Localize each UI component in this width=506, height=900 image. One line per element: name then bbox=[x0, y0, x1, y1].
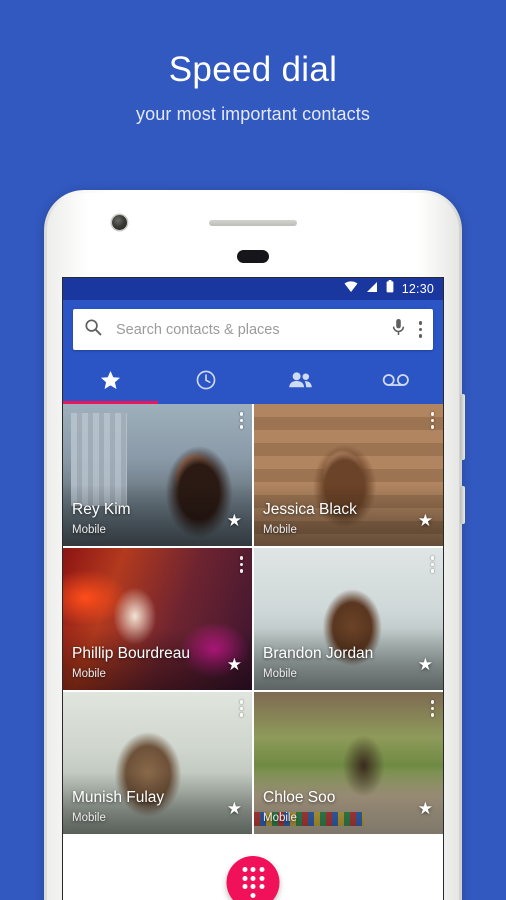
contact-overflow-menu-icon[interactable] bbox=[430, 700, 434, 717]
microphone-icon[interactable] bbox=[392, 318, 405, 342]
speed-dial-grid: Rey Kim Mobile ★ Jessica Black Mobile ★ … bbox=[63, 404, 443, 834]
contact-name: Rey Kim bbox=[72, 501, 131, 518]
contact-name: Brandon Jordan bbox=[263, 645, 374, 662]
contact-overflow-menu-icon[interactable] bbox=[239, 412, 243, 429]
contact-number-type: Mobile bbox=[72, 524, 106, 536]
page-subtitle: your most important contacts bbox=[136, 104, 370, 124]
favorite-star-icon[interactable]: ★ bbox=[227, 800, 242, 817]
battery-icon bbox=[386, 280, 394, 298]
contact-name: Phillip Bourdreau bbox=[72, 645, 191, 662]
dialpad-fab-button[interactable] bbox=[226, 856, 280, 900]
people-icon bbox=[288, 371, 313, 394]
contact-tile[interactable]: Munish Fulay Mobile ★ bbox=[63, 692, 252, 834]
contact-name: Munish Fulay bbox=[72, 789, 165, 806]
signal-icon bbox=[366, 280, 378, 298]
contact-tile[interactable]: Phillip Bourdreau Mobile ★ bbox=[63, 548, 252, 690]
phone-screen: 12:30 Search contacts & places Rey Kim M… bbox=[62, 277, 444, 900]
tab-speed-dial[interactable] bbox=[63, 360, 158, 404]
volume-button[interactable] bbox=[460, 394, 465, 460]
phone-device-frame: 12:30 Search contacts & places Rey Kim M… bbox=[44, 190, 465, 900]
promo-header: Speed dial your most important contacts bbox=[0, 0, 506, 125]
tab-voicemail[interactable] bbox=[348, 360, 443, 404]
power-button[interactable] bbox=[460, 486, 465, 524]
contact-number-type: Mobile bbox=[72, 812, 106, 824]
status-bar-time: 12:30 bbox=[401, 282, 434, 296]
contact-tile[interactable]: Brandon Jordan Mobile ★ bbox=[254, 548, 443, 690]
contact-tile[interactable]: Chloe Soo Mobile ★ bbox=[254, 692, 443, 834]
overflow-menu-icon[interactable] bbox=[418, 321, 422, 338]
contact-tile[interactable]: Rey Kim Mobile ★ bbox=[63, 404, 252, 546]
dialpad-icon bbox=[242, 867, 264, 898]
contact-number-type: Mobile bbox=[263, 524, 297, 536]
status-bar: 12:30 bbox=[63, 278, 443, 300]
contact-overflow-menu-icon[interactable] bbox=[430, 556, 434, 573]
search-input-placeholder[interactable]: Search contacts & places bbox=[116, 322, 392, 338]
contact-overflow-menu-icon[interactable] bbox=[239, 556, 243, 573]
tab-bar bbox=[63, 360, 443, 404]
contact-overflow-menu-icon[interactable] bbox=[430, 412, 434, 429]
app-bar: Search contacts & places bbox=[63, 300, 443, 360]
search-bar[interactable]: Search contacts & places bbox=[73, 309, 433, 350]
star-icon bbox=[99, 369, 122, 396]
voicemail-icon bbox=[382, 372, 410, 393]
wifi-icon bbox=[344, 280, 358, 298]
contact-number-type: Mobile bbox=[263, 812, 297, 824]
content-area-bottom bbox=[63, 834, 443, 900]
earpiece-speaker bbox=[209, 220, 297, 226]
contact-overflow-menu-icon[interactable] bbox=[239, 700, 243, 717]
favorite-star-icon[interactable]: ★ bbox=[418, 656, 433, 673]
search-icon bbox=[84, 318, 102, 341]
tab-recents[interactable] bbox=[158, 360, 253, 404]
favorite-star-icon[interactable]: ★ bbox=[418, 800, 433, 817]
contact-name: Chloe Soo bbox=[263, 789, 336, 806]
proximity-sensor bbox=[237, 250, 269, 263]
tab-contacts[interactable] bbox=[253, 360, 348, 404]
favorite-star-icon[interactable]: ★ bbox=[227, 656, 242, 673]
page-title: Speed dial bbox=[168, 50, 338, 89]
contact-name: Jessica Black bbox=[263, 501, 357, 518]
clock-icon bbox=[195, 369, 217, 396]
contact-number-type: Mobile bbox=[72, 668, 106, 680]
favorite-star-icon[interactable]: ★ bbox=[227, 512, 242, 529]
front-camera-icon bbox=[112, 215, 127, 230]
contact-number-type: Mobile bbox=[263, 668, 297, 680]
contact-tile[interactable]: Jessica Black Mobile ★ bbox=[254, 404, 443, 546]
favorite-star-icon[interactable]: ★ bbox=[418, 512, 433, 529]
